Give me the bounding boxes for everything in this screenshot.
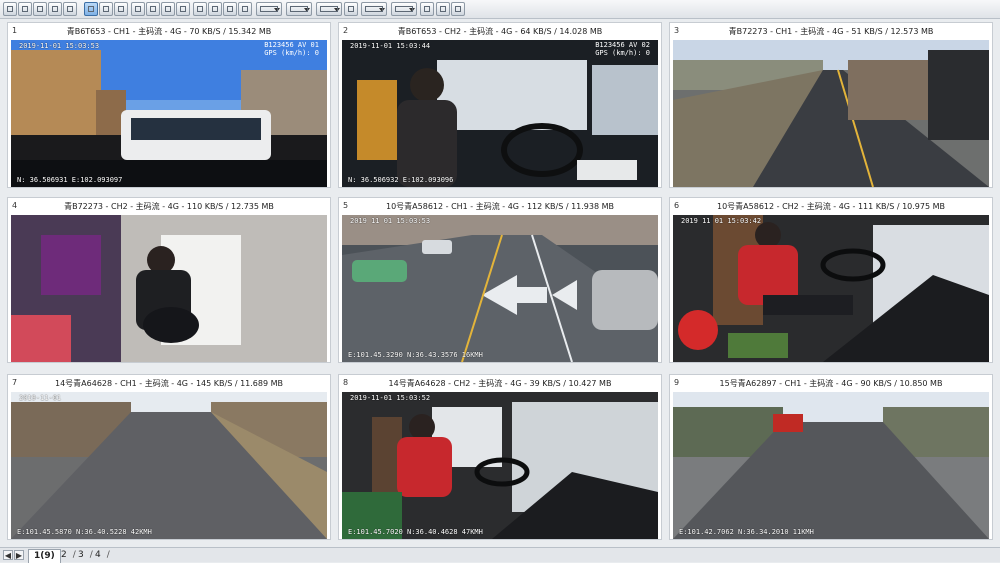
tile-title: 14号青A64628 - CH2 - 主码流 - 4G - 39 KB/S / … [388, 379, 612, 388]
osd-gps: E:101.42.7062 N:36.34.2010 11KMH [679, 528, 814, 536]
audio-icon[interactable] [344, 2, 358, 16]
video-tile-9[interactable]: 9 15号青A62897 - CH1 - 主码流 - 4G - 90 KB/S … [669, 374, 993, 540]
video-feed[interactable] [673, 40, 989, 187]
layout-1-icon[interactable] [3, 2, 17, 16]
osd-gps: E:101.45.5870 N:36.40.5228 42KMH [17, 528, 152, 536]
close-all-icon[interactable] [451, 2, 465, 16]
display-mode-icon[interactable] [286, 2, 312, 16]
fullscreen-icon[interactable] [420, 2, 434, 16]
osd-device-info: B123456 AV 01 GPS (km/h): 0 [264, 41, 319, 57]
snapshot-icon[interactable] [316, 2, 342, 16]
video-feed[interactable]: 2019-11-01 15:03:52 E:101.45.7020 N:36.4… [342, 392, 658, 539]
tile-title: 10号青A58612 - CH1 - 主码流 - 4G - 112 KB/S /… [386, 202, 614, 211]
video-feed[interactable]: 2019 11 01 15:03:42 [673, 215, 989, 362]
play-icon[interactable] [361, 2, 387, 16]
zoom-out-icon[interactable] [208, 2, 222, 16]
layout-25-icon[interactable] [131, 2, 145, 16]
camera-frame [342, 215, 658, 362]
camera-frame [342, 40, 658, 187]
video-tile-2[interactable]: 2 青B6T653 - CH2 - 主码流 - 4G - 64 KB/S / 1… [338, 22, 662, 188]
layout-10-icon[interactable] [84, 2, 98, 16]
camera-frame [673, 392, 989, 539]
video-tile-6[interactable]: 6 10号青A58612 - CH2 - 主码流 - 4G - 111 KB/S… [669, 197, 993, 363]
tile-title: 青B6T653 - CH1 - 主码流 - 4G - 70 KB/S / 15.… [66, 27, 272, 36]
stop-icon[interactable] [391, 2, 417, 16]
osd-device-info: B123456 AV 02 GPS (km/h): 0 [595, 41, 650, 57]
osd-timestamp: 2019 11 01 15:03:42 [681, 217, 762, 225]
osd-gps: E:101.45.7020 N:36.40.4628 47KMH [348, 528, 483, 536]
osd-timestamp: 2019-11-01 15:03:44 [350, 42, 431, 50]
tile-title: 10号青A58612 - CH2 - 主码流 - 4G - 111 KB/S /… [717, 202, 945, 211]
camera-frame [11, 40, 327, 187]
osd-gps: N: 36.506931 E:102.093097 [17, 176, 123, 184]
tile-title: 15号青A62897 - CH1 - 主码流 - 4G - 90 KB/S / … [719, 379, 943, 388]
layout-100-icon[interactable] [176, 2, 190, 16]
tile-title: 青B72273 - CH2 - 主码流 - 4G - 110 KB/S / 12… [64, 202, 274, 211]
layout-16-icon[interactable] [114, 2, 128, 16]
layout-36-icon[interactable] [146, 2, 160, 16]
video-feed[interactable] [11, 215, 327, 362]
osd-gps: E:101.45.3290 N:36.43.3576 16KMH [348, 351, 483, 359]
video-grid: 1 青B6T653 - CH1 - 主码流 - 4G - 70 KB/S / 1… [0, 19, 1000, 547]
tile-title: 14号青A64628 - CH1 - 主码流 - 4G - 145 KB/S /… [55, 379, 283, 388]
video-tile-8[interactable]: 8 14号青A64628 - CH2 - 主码流 - 4G - 39 KB/S … [338, 374, 662, 540]
exit-icon[interactable] [436, 2, 450, 16]
page-bar: ◀ ▶ 1(9) 2 3 4 [0, 547, 1000, 563]
video-feed[interactable]: 2019 11 01 15:03:53 E:101.45.3290 N:36.4… [342, 215, 658, 362]
osd-timestamp: 2019 11 01 15:03:53 [350, 217, 431, 225]
osd-gps: N: 36.506932 E:102.093096 [348, 176, 454, 184]
video-tile-4[interactable]: 4 青B72273 - CH2 - 主码流 - 4G - 110 KB/S / … [7, 197, 331, 363]
prev-page-icon[interactable]: ◀ [3, 550, 13, 560]
camera-frame [673, 215, 989, 362]
video-tile-7[interactable]: 7 14号青A64628 - CH1 - 主码流 - 4G - 145 KB/S… [7, 374, 331, 540]
video-feed[interactable]: 2019-11-01 E:101.45.5870 N:36.40.5228 42… [11, 392, 327, 539]
video-feed[interactable]: 2019-11-01 15:03:44 B123456 AV 02 GPS (km… [342, 40, 658, 187]
next-page-icon[interactable]: ▶ [14, 550, 24, 560]
rotate-icon[interactable] [238, 2, 252, 16]
tile-title: 青B72273 - CH1 - 主码流 - 4G - 51 KB/S / 12.… [728, 27, 934, 36]
layout-64-icon[interactable] [161, 2, 175, 16]
tile-title: 青B6T653 - CH2 - 主码流 - 4G - 64 KB/S / 14.… [397, 27, 603, 36]
page-tab-4[interactable]: 4 [90, 549, 109, 562]
osd-timestamp: 2019-11-01 15:03:52 [350, 394, 431, 402]
layout-4-icon[interactable] [18, 2, 32, 16]
window-icon[interactable] [256, 2, 282, 16]
video-tile-5[interactable]: 5 10号青A58612 - CH1 - 主码流 - 4G - 112 KB/S… [338, 197, 662, 363]
camera-frame [673, 40, 989, 187]
video-tile-1[interactable]: 1 青B6T653 - CH1 - 主码流 - 4G - 70 KB/S / 1… [7, 22, 331, 188]
capture-icon[interactable] [223, 2, 237, 16]
layout-6-icon[interactable] [33, 2, 47, 16]
page-tab-3[interactable]: 3 [73, 549, 92, 562]
layout-9-icon[interactable] [63, 2, 77, 16]
layout-8-icon[interactable] [48, 2, 62, 16]
video-feed[interactable]: E:101.42.7062 N:36.34.2010 11KMH [673, 392, 989, 539]
osd-timestamp: 2019-11-01 [19, 394, 62, 402]
zoom-in-icon[interactable] [193, 2, 207, 16]
page-tab-2[interactable]: 2 [56, 549, 75, 562]
video-tile-3[interactable]: 3 青B72273 - CH1 - 主码流 - 4G - 51 KB/S / 1… [669, 22, 993, 188]
camera-frame [11, 392, 327, 539]
camera-frame [11, 215, 327, 362]
video-feed[interactable]: 2019-11-01 15:03:53 B123456 AV 01 GPS (km… [11, 40, 327, 187]
camera-frame [342, 392, 658, 539]
layout-13-icon[interactable] [99, 2, 113, 16]
osd-timestamp: 2019-11-01 15:03:53 [19, 42, 100, 50]
video-toolbar [0, 0, 1000, 19]
